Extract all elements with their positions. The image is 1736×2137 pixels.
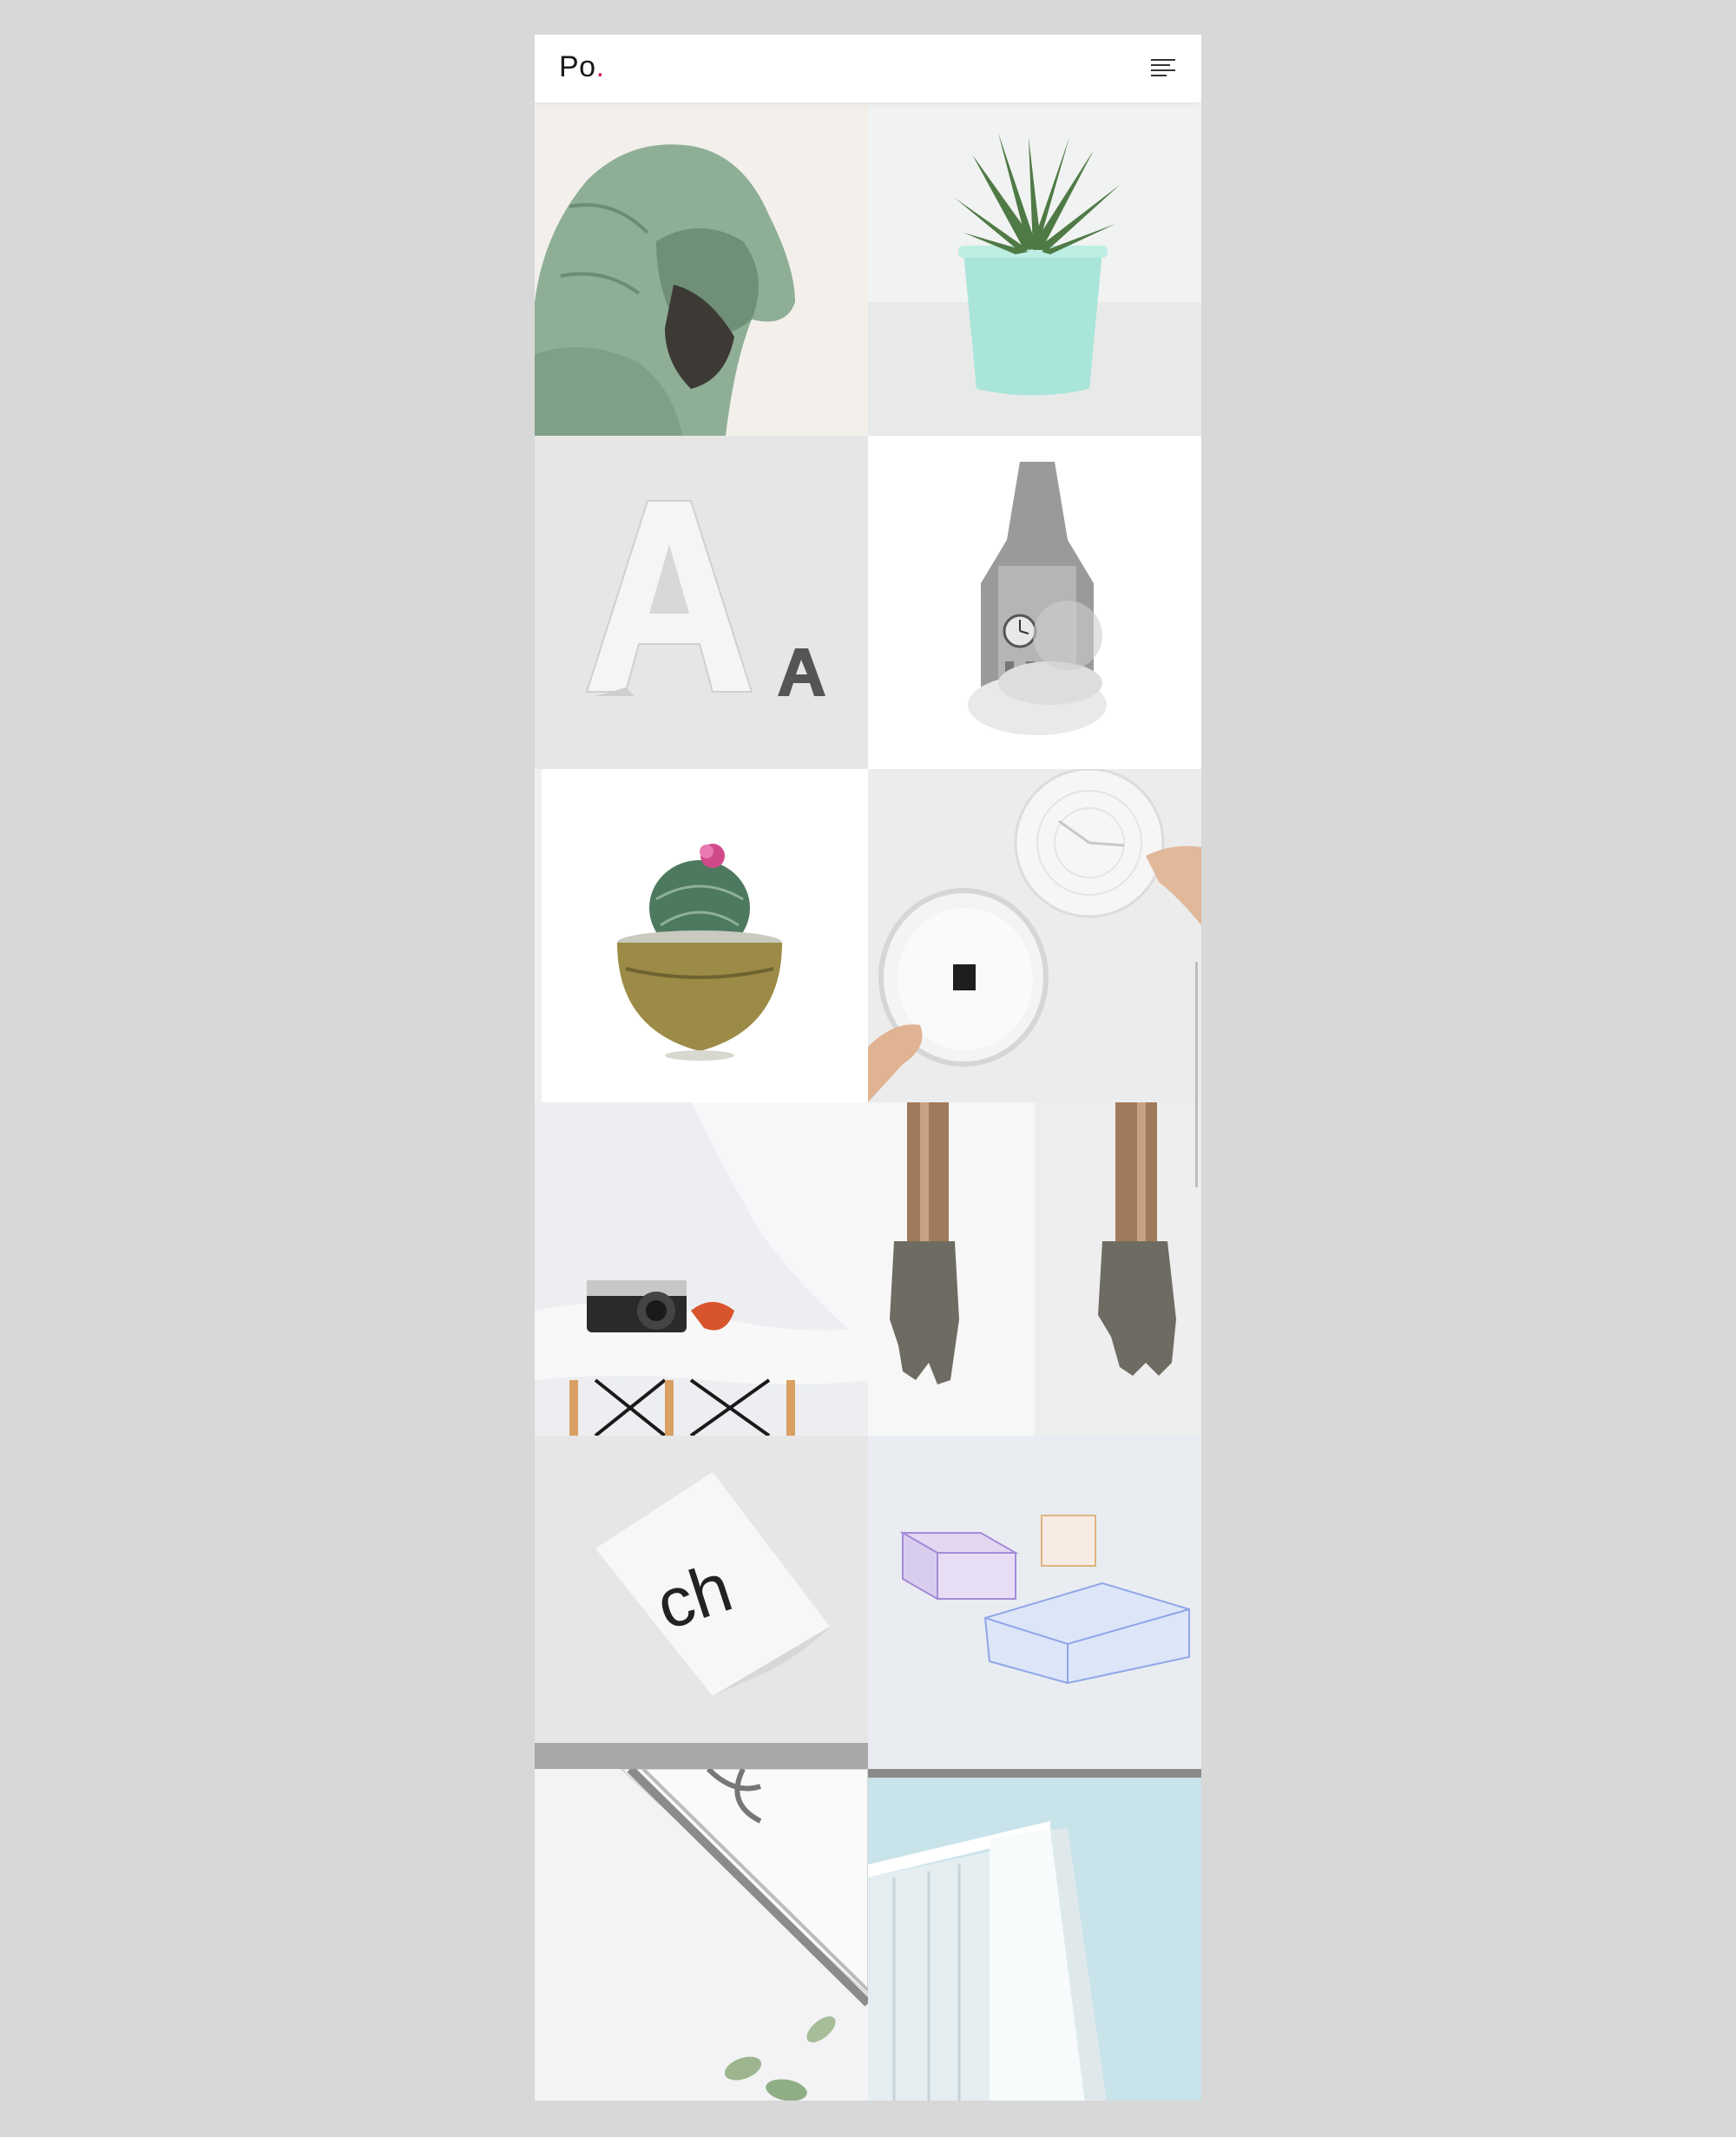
scrollbar[interactable]: [1195, 962, 1198, 1187]
ch-typography-poster-photo[interactable]: ch: [535, 1436, 868, 1769]
bronze-hands-photo[interactable]: [868, 1102, 1201, 1436]
clock-tower-in-clouds-photo[interactable]: [868, 436, 1201, 769]
logo[interactable]: Po.: [559, 50, 605, 84]
glass-boxes-photo[interactable]: [868, 1436, 1201, 1769]
white-building-facade-photo[interactable]: [868, 1769, 1201, 2101]
hooded-person-photo[interactable]: [535, 102, 868, 436]
logo-dot: .: [595, 50, 605, 83]
phone-screen: Po. ch: [535, 35, 1201, 2101]
logo-text: Po: [559, 50, 596, 83]
camera-on-white-chair-photo[interactable]: [535, 1102, 868, 1436]
hamburger-menu-icon: [1151, 59, 1175, 76]
site-header: Po.: [535, 35, 1201, 102]
hands-holding-wall-clock-photo[interactable]: [868, 769, 1201, 1102]
letter-a-sculptures-photo[interactable]: [535, 436, 868, 769]
menu-button[interactable]: [1147, 54, 1179, 83]
notebook-and-pencil-photo[interactable]: [535, 1769, 868, 2101]
succulent-in-mint-pot-photo[interactable]: [868, 102, 1201, 436]
cactus-in-brass-bowl-photo[interactable]: [535, 769, 868, 1102]
